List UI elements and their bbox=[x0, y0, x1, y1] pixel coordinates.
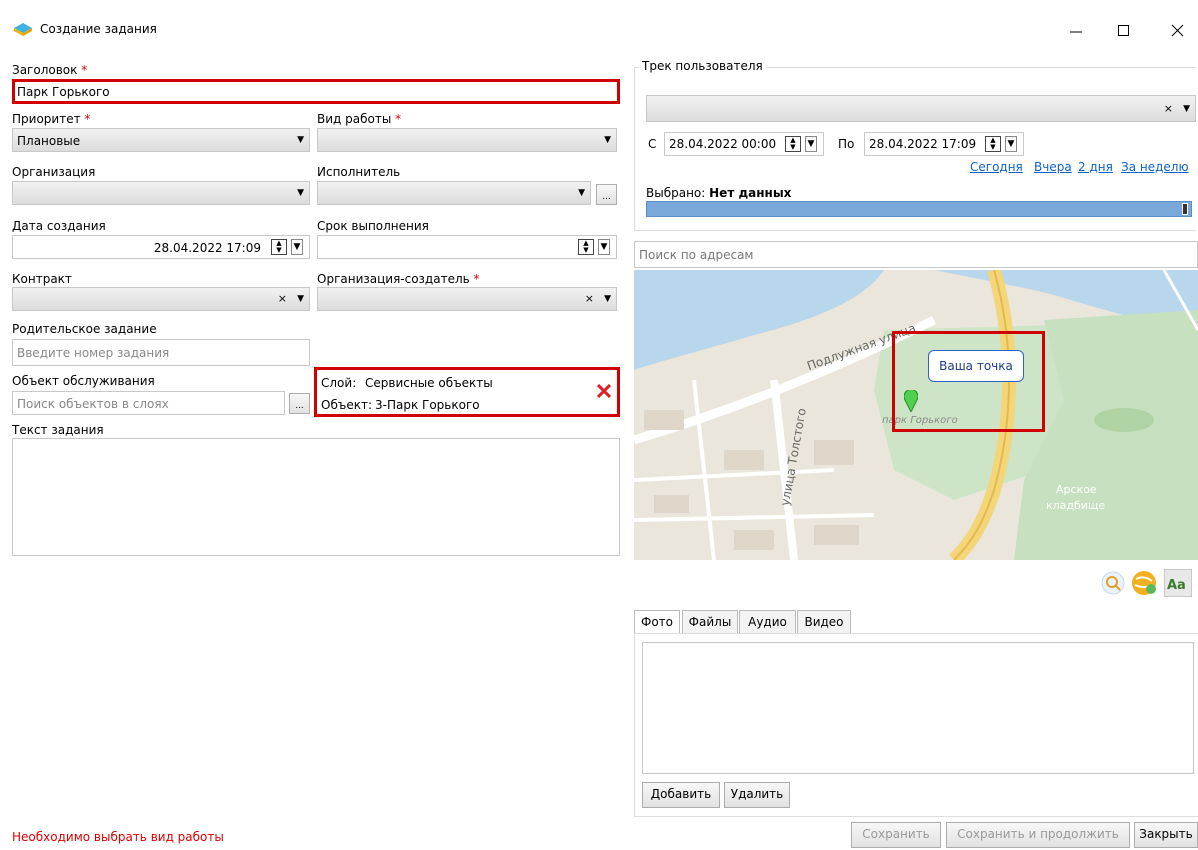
creator-org-select[interactable]: × ▼ bbox=[317, 287, 617, 311]
worktype-select[interactable]: ▼ bbox=[317, 128, 617, 152]
tab-audio[interactable]: Аудио bbox=[739, 610, 796, 634]
executor-browse-button[interactable]: ... bbox=[596, 184, 617, 205]
address-search-input[interactable]: Поиск по адресам bbox=[634, 241, 1198, 268]
close-button[interactable]: Закрыть bbox=[1134, 822, 1198, 848]
object-browse-button[interactable]: ... bbox=[289, 393, 310, 414]
user-location-icon[interactable]: Aa bbox=[1163, 568, 1193, 598]
link-2days[interactable]: 2 дня bbox=[1078, 160, 1113, 174]
worktype-label: Вид работы * bbox=[317, 112, 402, 126]
to-label: По bbox=[838, 137, 855, 151]
created-date-input[interactable]: 28.04.2022 17:09 ▲ ▼ ▼ bbox=[12, 235, 310, 259]
remove-icon[interactable] bbox=[596, 383, 612, 399]
delete-button[interactable]: Удалить bbox=[724, 782, 790, 808]
chevron-down-icon: ▼ bbox=[604, 135, 611, 145]
media-tabs: Фото Файлы Аудио Видео bbox=[634, 610, 1198, 634]
window-title: Создание задания bbox=[40, 22, 157, 36]
title-input[interactable]: Парк Горького bbox=[12, 79, 620, 104]
clear-icon[interactable]: × bbox=[585, 293, 594, 305]
created-label: Дата создания bbox=[12, 219, 106, 233]
object-info-box: Слой: Сервисные объекты Объект: 3-Парк Г… bbox=[314, 367, 620, 417]
svg-text:Aa: Aa bbox=[1167, 578, 1186, 593]
chevron-down-icon: ▼ bbox=[297, 294, 304, 304]
org-label: Организация bbox=[12, 165, 96, 179]
tab-video[interactable]: Видео bbox=[797, 610, 851, 634]
priority-select[interactable]: Плановые ▼ bbox=[12, 128, 310, 152]
deadline-label: Срок выполнения bbox=[317, 219, 429, 233]
add-button[interactable]: Добавить bbox=[642, 782, 720, 808]
track-user-select[interactable]: × ▼ bbox=[646, 95, 1196, 122]
maximize-button[interactable] bbox=[1104, 18, 1144, 42]
chevron-down-icon[interactable]: ▼ bbox=[598, 239, 610, 255]
link-week[interactable]: За неделю bbox=[1121, 160, 1189, 174]
org-select[interactable]: ▼ bbox=[12, 181, 310, 205]
object-search-input[interactable]: Поиск объектов в слоях bbox=[12, 391, 285, 415]
app-icon bbox=[14, 22, 32, 36]
chevron-down-icon: ▼ bbox=[604, 294, 611, 304]
map-view[interactable]: Подлужная улица улица Толстого парк Горь… bbox=[634, 270, 1198, 560]
chevron-down-icon: ▼ bbox=[1183, 104, 1190, 114]
media-list[interactable] bbox=[642, 642, 1194, 774]
task-text-area[interactable] bbox=[12, 438, 620, 556]
globe-icon[interactable] bbox=[1130, 569, 1158, 597]
track-progress-bar[interactable] bbox=[646, 201, 1192, 217]
tab-photo[interactable]: Фото bbox=[634, 610, 680, 634]
selected-info: Выбрано: Нет данных bbox=[646, 186, 792, 200]
error-message: Необходимо выбрать вид работы bbox=[12, 830, 224, 844]
link-yesterday[interactable]: Вчера bbox=[1034, 160, 1072, 174]
progress-handle[interactable] bbox=[1182, 203, 1188, 215]
zoom-icon[interactable] bbox=[1100, 570, 1126, 596]
chevron-down-icon[interactable]: ▼ bbox=[1005, 136, 1017, 152]
chevron-down-icon: ▼ bbox=[297, 188, 304, 198]
parent-task-input[interactable]: Введите номер задания bbox=[12, 339, 310, 366]
clear-icon[interactable]: × bbox=[1164, 103, 1173, 115]
spinner-icon[interactable]: ▲ ▼ bbox=[578, 239, 594, 255]
executor-label: Исполнитель bbox=[317, 165, 401, 179]
save-button[interactable]: Сохранить bbox=[851, 822, 941, 848]
contract-select[interactable]: × ▼ bbox=[12, 287, 310, 311]
spinner-icon[interactable]: ▲ ▼ bbox=[271, 239, 287, 255]
close-window-button[interactable] bbox=[1152, 18, 1192, 42]
title-bar: Создание задания bbox=[0, 0, 1198, 58]
task-text-label: Текст задания bbox=[12, 423, 104, 437]
chevron-down-icon[interactable]: ▼ bbox=[805, 136, 817, 152]
tab-files[interactable]: Файлы bbox=[682, 610, 738, 634]
save-continue-button[interactable]: Сохранить и продолжить bbox=[946, 822, 1130, 848]
from-label: С bbox=[648, 137, 657, 151]
chevron-down-icon[interactable]: ▼ bbox=[291, 239, 303, 255]
chevron-down-icon: ▼ bbox=[578, 188, 585, 198]
object-label: Объект обслуживания bbox=[12, 374, 155, 388]
chevron-down-icon: ▼ bbox=[297, 135, 304, 145]
clear-icon[interactable]: × bbox=[278, 293, 287, 305]
executor-select[interactable]: ▼ bbox=[317, 181, 591, 205]
link-today[interactable]: Сегодня bbox=[970, 160, 1023, 174]
priority-label: Приоритет * bbox=[12, 112, 91, 126]
contract-label: Контракт bbox=[12, 272, 72, 286]
minimize-button[interactable] bbox=[1056, 18, 1096, 42]
title-label: Заголовок * bbox=[12, 63, 88, 77]
spinner-icon[interactable]: ▲ ▼ bbox=[785, 136, 801, 152]
cemetery-label: кладбище bbox=[1046, 499, 1106, 512]
map-highlight-box bbox=[892, 331, 1045, 432]
deadline-input[interactable]: ▲ ▼ ▼ bbox=[317, 235, 617, 259]
cemetery-label: Арское bbox=[1056, 483, 1097, 496]
track-legend: Трек пользователя bbox=[639, 59, 766, 73]
parent-task-label: Родительское задание bbox=[12, 322, 157, 336]
to-date-input[interactable]: 28.04.2022 17:09 ▲ ▼ ▼ bbox=[864, 132, 1024, 156]
creator-org-label: Организация-создатель * bbox=[317, 272, 480, 286]
from-date-input[interactable]: 28.04.2022 00:00 ▲ ▼ ▼ bbox=[664, 132, 824, 156]
spinner-icon[interactable]: ▲ ▼ bbox=[985, 136, 1001, 152]
